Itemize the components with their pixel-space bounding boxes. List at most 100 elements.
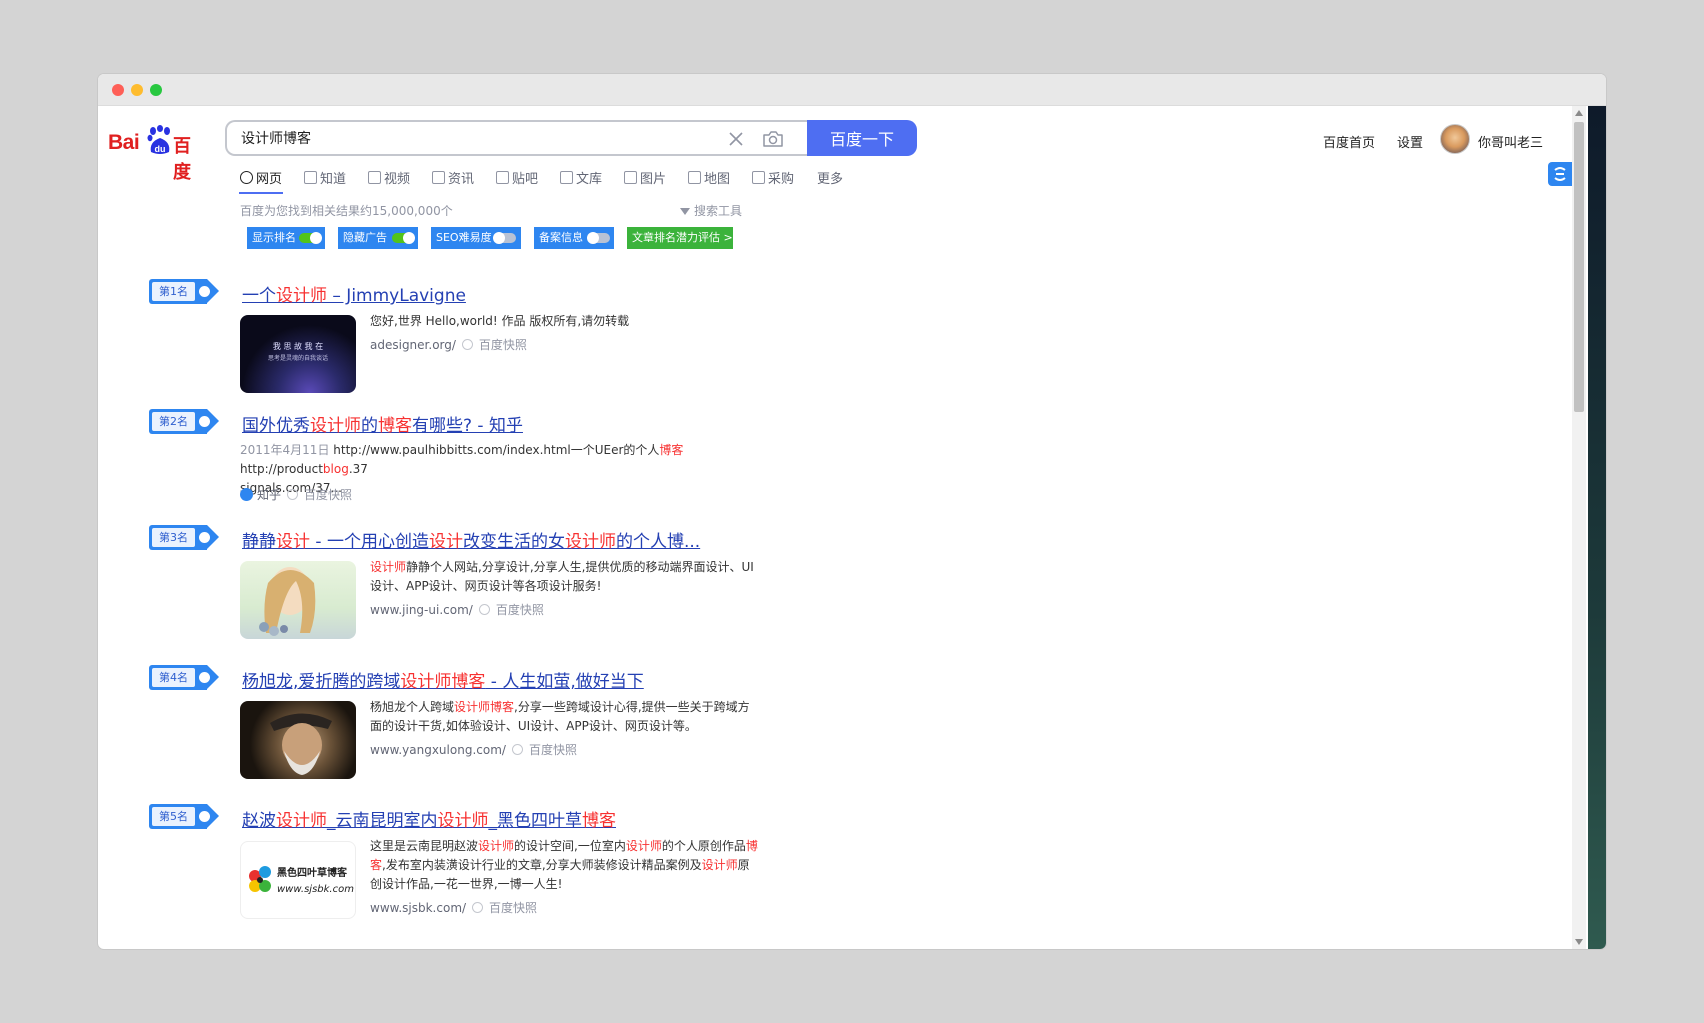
search-results-page: Bai du 百度 百度一下 百度首页 <box>98 106 1606 949</box>
toggle-show-rank[interactable]: 显示排名 <box>247 227 325 249</box>
keyword-highlight: 设计 <box>276 532 310 552</box>
text-segment: 您好,世界 Hello,world! 作品 版权所有,请勿转载 <box>370 314 630 328</box>
result-title[interactable]: 杨旭龙,爱折腾的跨域设计师博客 - 人生如萤,做好当下 <box>242 667 644 692</box>
result-title[interactable]: 赵波设计师_云南昆明室内设计师_黑色四叶草博客 <box>242 806 616 831</box>
logo-text-chinese: 百度 <box>173 136 191 183</box>
zhihu-icon <box>240 488 253 501</box>
switch-on <box>299 232 322 244</box>
result-source: 知乎 百度快照 <box>240 486 352 503</box>
tab-shopping[interactable]: 采购 <box>752 168 794 187</box>
tab-wenku[interactable]: 文库 <box>560 168 602 187</box>
text-segment: 静静 <box>242 532 276 552</box>
result-thumbnail[interactable] <box>240 561 356 639</box>
avatar[interactable] <box>1440 124 1470 154</box>
tab-more[interactable]: 更多 <box>817 168 843 187</box>
text-segment: .37 <box>348 462 368 476</box>
rank-badge: 第5名 <box>149 804 219 829</box>
text-segment: 改变生活的女 <box>462 532 565 552</box>
shield-icon <box>472 902 484 913</box>
result-title[interactable]: 国外优秀设计师的博客有哪些? - 知乎 <box>242 411 523 436</box>
article-rank-potential-button[interactable]: 文章排名潜力评估 > <box>627 227 733 249</box>
switch-off <box>587 232 610 244</box>
settings-link[interactable]: 设置 <box>1397 132 1423 151</box>
page-scrollbar[interactable] <box>1572 106 1586 949</box>
title-bar <box>98 74 1606 106</box>
rank-badge: 第4名 <box>149 665 219 690</box>
cart-icon <box>752 171 765 184</box>
text-segment: 赵波 <box>242 811 276 831</box>
text-segment: 杨旭龙,爱折腾的跨域 <box>242 672 401 692</box>
search-tools-button[interactable]: 搜索工具 <box>680 202 742 219</box>
search-box <box>225 120 807 156</box>
seo-mark-icon <box>199 286 210 297</box>
maximize-window-button[interactable] <box>150 84 162 96</box>
text-segment: 2011年4月11日 <box>240 443 334 457</box>
rank-badge: 第3名 <box>149 525 219 550</box>
image-icon <box>624 171 637 184</box>
side-panel-edge <box>1588 106 1606 949</box>
keyword-highlight: 设计师 <box>370 560 407 574</box>
seo-tool-icon[interactable] <box>1548 162 1572 186</box>
result-count: 百度为您找到相关结果约15,000,000个 <box>240 204 453 218</box>
keyword-highlight: 博客 <box>378 416 412 436</box>
rank-badge: 第1名 <box>149 279 219 304</box>
toggle-seo-difficulty[interactable]: SEO难易度 <box>431 227 521 249</box>
tab-images[interactable]: 图片 <box>624 168 666 187</box>
keyword-highlight: 设计师 <box>437 811 489 831</box>
document-icon <box>560 171 573 184</box>
result-thumbnail[interactable]: 黑色四叶草博客 www.sjsbk.com <box>240 841 356 919</box>
scroll-down-arrow-icon[interactable] <box>1575 939 1583 945</box>
keyword-highlight: 设计师 <box>701 858 738 872</box>
tab-news[interactable]: 资讯 <box>432 168 474 187</box>
text-segment: http://product <box>240 462 323 476</box>
minimize-window-button[interactable] <box>131 84 143 96</box>
text-segment: 静静个人网站,分享设计,分享人生,提供优质的移动端界面设计、UI设计、APP设计… <box>370 560 754 593</box>
camera-icon[interactable] <box>762 129 784 149</box>
svg-text:du: du <box>155 144 166 154</box>
search-input[interactable] <box>241 128 681 148</box>
keyword-highlight: 博客 <box>582 811 616 831</box>
news-icon <box>432 171 445 184</box>
text-segment: 国外优秀 <box>242 416 310 436</box>
tab-web[interactable]: 网页 <box>240 168 282 187</box>
text-segment: http://www.paulhibbitts.com/index.html一个… <box>333 443 660 457</box>
text-segment: 的个人原创作品 <box>661 839 746 853</box>
shield-icon <box>511 744 523 755</box>
result-title[interactable]: 一个设计师 – JimmyLavigne <box>242 281 466 306</box>
result-thumbnail[interactable]: 我 思 故 我 在 思考是灵魂的自我谈话 <box>240 315 356 393</box>
tab-map[interactable]: 地图 <box>688 168 730 187</box>
paw-logo-icon: du <box>147 125 170 154</box>
text-segment: 的 <box>361 416 378 436</box>
text-segment: 的设计空间,一位室内 <box>514 839 626 853</box>
clear-icon[interactable] <box>727 130 745 148</box>
tab-zhidao[interactable]: 知道 <box>304 168 346 187</box>
tab-video[interactable]: 视频 <box>368 168 410 187</box>
shield-icon <box>461 339 473 350</box>
result-thumbnail[interactable] <box>240 701 356 779</box>
close-window-button[interactable] <box>112 84 124 96</box>
question-icon <box>304 171 317 184</box>
result-description: 这里是云南昆明赵波设计师的设计空间,一位室内设计师的个人原创作品博客,发布室内装… <box>370 837 760 894</box>
result-source: www.yangxulong.com/百度快照 <box>370 743 577 757</box>
scroll-up-arrow-icon[interactable] <box>1575 110 1583 116</box>
seo-mark-icon <box>199 672 210 683</box>
keyword-highlight: 设计 <box>428 532 463 552</box>
keyword-highlight: 设计师 <box>625 839 662 853</box>
text-segment: 一个 <box>242 286 276 306</box>
toggle-hide-ads[interactable]: 隐藏广告 <box>338 227 418 249</box>
tab-tieba[interactable]: 贴吧 <box>496 168 538 187</box>
seo-mark-icon <box>199 416 210 427</box>
text-segment: _云南昆明室内 <box>327 811 438 831</box>
baidu-home-link[interactable]: 百度首页 <box>1323 132 1375 151</box>
username[interactable]: 你哥叫老三 <box>1478 132 1543 151</box>
toggle-icp-info[interactable]: 备案信息 <box>534 227 614 249</box>
baidu-logo[interactable]: Bai du 百度 <box>108 125 208 183</box>
search-button[interactable]: 百度一下 <box>807 120 917 156</box>
result-title[interactable]: 静静设计 - 一个用心创造设计改变生活的女设计师的个人博... <box>242 527 700 552</box>
result-description: 设计师静静个人网站,分享设计,分享人生,提供优质的移动端界面设计、UI设计、AP… <box>370 558 760 596</box>
switch-on <box>392 232 415 244</box>
scroll-thumb[interactable] <box>1574 122 1584 412</box>
text-segment: 杨旭龙个人跨域 <box>370 700 455 714</box>
keyword-highlight: 博客 <box>659 443 684 457</box>
shield-icon <box>287 489 299 500</box>
